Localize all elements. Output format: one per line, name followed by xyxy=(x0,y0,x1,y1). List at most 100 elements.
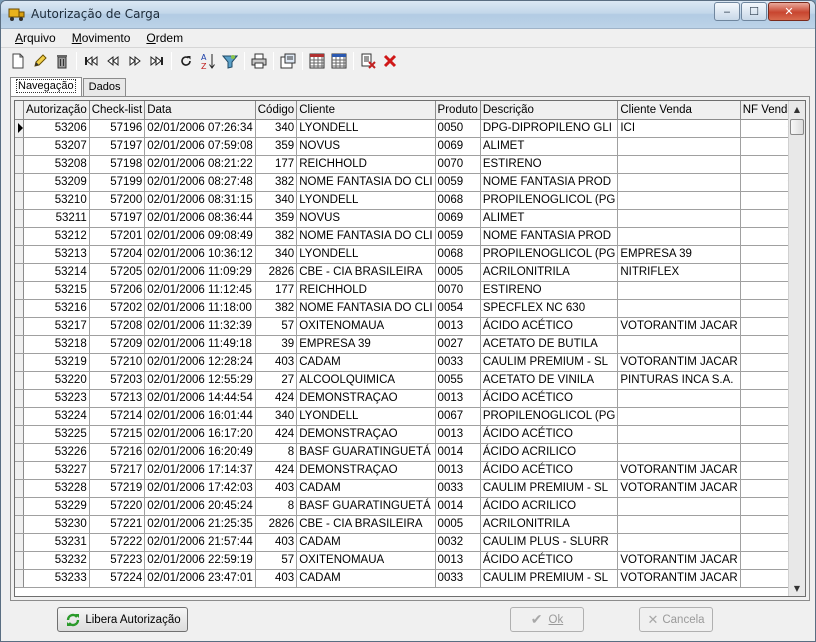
table-cell[interactable]: EMPRESA 39 xyxy=(296,335,436,354)
table-cell[interactable]: 340 xyxy=(255,119,298,138)
delete-button[interactable] xyxy=(51,50,73,72)
table-cell[interactable]: VOTORANTIM JACAR xyxy=(617,461,741,480)
table-cell[interactable]: EMPRESA 39 xyxy=(617,245,741,264)
table-cell[interactable]: ÁCIDO ACÉTICO xyxy=(480,461,619,480)
table-cell[interactable]: VOTORANTIM JACAR xyxy=(617,479,741,498)
table-cell[interactable]: 0069 xyxy=(435,137,481,156)
last-record-button[interactable] xyxy=(146,50,168,72)
table-cell[interactable]: 02/01/2006 08:27:48 xyxy=(144,173,256,192)
table-cell[interactable] xyxy=(617,497,741,516)
table-cell[interactable]: 02/01/2006 08:21:22 xyxy=(144,155,256,174)
table-cell[interactable]: 02/01/2006 11:32:39 xyxy=(144,317,256,336)
table-cell[interactable]: 57196 xyxy=(89,119,146,138)
table-cell[interactable]: 8 xyxy=(255,443,298,462)
table-cell[interactable]: NOME FANTASIA PROD xyxy=(480,173,619,192)
table-row[interactable]: 53214 57205 02/01/2006 11:09:29 2826 CBE - C… xyxy=(15,263,805,282)
table-cell[interactable]: CADAM xyxy=(296,533,436,552)
table-cell[interactable]: 57204 xyxy=(89,245,146,264)
table-cell[interactable]: 424 xyxy=(255,389,298,408)
table-cell[interactable]: 0059 xyxy=(435,173,481,192)
table-cell[interactable]: 02/01/2006 12:28:24 xyxy=(144,353,256,372)
table-cell[interactable]: 0014 xyxy=(435,497,481,516)
table-cell[interactable]: 53229 xyxy=(23,497,90,516)
table-cell[interactable]: 0033 xyxy=(435,353,481,372)
menu-arquivo[interactable]: Arquivo xyxy=(7,31,64,45)
table-grid-button[interactable] xyxy=(328,50,350,72)
table-cell[interactable]: 02/01/2006 11:12:45 xyxy=(144,281,256,300)
table-cell[interactable]: 53233 xyxy=(23,569,90,588)
table-cell[interactable]: 57215 xyxy=(89,425,146,444)
table-cell[interactable]: 02/01/2006 10:36:12 xyxy=(144,245,256,264)
table-row[interactable]: 53219 57210 02/01/2006 12:28:24 403 CADAM 003… xyxy=(15,353,805,372)
table-cell[interactable]: REICHHOLD xyxy=(296,155,436,174)
table-cell[interactable] xyxy=(617,335,741,354)
table-cell[interactable]: 57205 xyxy=(89,263,146,282)
release-button[interactable] xyxy=(357,50,379,72)
row-indicator[interactable] xyxy=(15,407,24,426)
table-row[interactable]: 53211 57197 02/01/2006 08:36:44 359 NOVUS 006… xyxy=(15,209,805,228)
row-indicator[interactable] xyxy=(15,227,24,246)
table-cell[interactable]: 57219 xyxy=(89,479,146,498)
table-cell[interactable]: 02/01/2006 07:26:34 xyxy=(144,119,256,138)
row-indicator[interactable] xyxy=(15,569,24,588)
row-indicator[interactable] xyxy=(15,533,24,552)
table-cell[interactable]: CAULIM PREMIUM - SL xyxy=(480,479,619,498)
table-row[interactable]: 53208 57198 02/01/2006 08:21:22 177 REICHHOL… xyxy=(15,155,805,174)
table-cell[interactable] xyxy=(617,515,741,534)
table-cell[interactable]: ACRILONITRILA xyxy=(480,263,619,282)
table-cell[interactable]: 53210 xyxy=(23,191,90,210)
table-cell[interactable]: LYONDELL xyxy=(296,119,436,138)
table-row[interactable]: 53225 57215 02/01/2006 16:17:20 424 DEMONSTR… xyxy=(15,425,805,444)
table-cell[interactable]: 02/01/2006 11:09:29 xyxy=(144,263,256,282)
row-indicator[interactable] xyxy=(15,479,24,498)
row-indicator[interactable] xyxy=(15,155,24,174)
row-indicator[interactable] xyxy=(15,371,24,390)
row-indicator[interactable] xyxy=(15,209,24,228)
table-cell[interactable]: ESTIRENO xyxy=(480,155,619,174)
table-row[interactable]: 53224 57214 02/01/2006 16:01:44 340 LYONDELL… xyxy=(15,407,805,426)
row-indicator[interactable] xyxy=(15,461,24,480)
table-cell[interactable]: 53219 xyxy=(23,353,90,372)
table-cell[interactable]: NOME FANTASIA DO CLI xyxy=(296,299,436,318)
table-cell[interactable]: 57208 xyxy=(89,317,146,336)
table-cell[interactable] xyxy=(617,389,741,408)
table-cell[interactable]: ICI xyxy=(617,119,741,138)
row-indicator[interactable] xyxy=(15,335,24,354)
table-cell[interactable]: ALIMET xyxy=(480,209,619,228)
table-cell[interactable]: ALIMET xyxy=(480,137,619,156)
table-cell[interactable]: 02/01/2006 17:42:03 xyxy=(144,479,256,498)
table-cell[interactable]: CAULIM PREMIUM - SL xyxy=(480,353,619,372)
table-cell[interactable]: 53225 xyxy=(23,425,90,444)
table-cell[interactable]: BASF GUARATINGUETÁ xyxy=(296,443,436,462)
table-cell[interactable]: 0068 xyxy=(435,191,481,210)
row-indicator[interactable] xyxy=(15,389,24,408)
table-cell[interactable]: NITRIFLEX xyxy=(617,263,741,282)
table-cell[interactable]: 0070 xyxy=(435,155,481,174)
table-cell[interactable]: 57220 xyxy=(89,497,146,516)
table-cell[interactable]: 57223 xyxy=(89,551,146,570)
table-cell[interactable]: OXITENOMAUA xyxy=(296,317,436,336)
table-cell[interactable]: 57199 xyxy=(89,173,146,192)
table-cell[interactable]: 02/01/2006 14:44:54 xyxy=(144,389,256,408)
refresh-button[interactable] xyxy=(175,50,197,72)
libera-autorizacao-button[interactable]: Libera Autorização xyxy=(57,607,188,632)
table-cell[interactable]: NOME FANTASIA DO CLI xyxy=(296,173,436,192)
table-row[interactable]: 53212 57201 02/01/2006 09:08:49 382 NOME FAN… xyxy=(15,227,805,246)
table-cell[interactable]: 57224 xyxy=(89,569,146,588)
table-row[interactable]: 53218 57209 02/01/2006 11:49:18 39 EMPRESA 3… xyxy=(15,335,805,354)
tab-dados[interactable]: Dados xyxy=(82,78,127,97)
column-header[interactable]: Código xyxy=(255,101,298,120)
filter-button[interactable] xyxy=(219,50,241,72)
table-cell[interactable]: CAULIM PLUS - SLURR xyxy=(480,533,619,552)
row-indicator[interactable] xyxy=(15,425,24,444)
row-indicator[interactable] xyxy=(15,299,24,318)
row-indicator[interactable] xyxy=(15,551,24,570)
table-cell[interactable]: 382 xyxy=(255,227,298,246)
table-cell[interactable]: 382 xyxy=(255,299,298,318)
table-cell[interactable]: ESTIRENO xyxy=(480,281,619,300)
table-cell[interactable]: VOTORANTIM JACAR xyxy=(617,353,741,372)
row-indicator[interactable] xyxy=(15,443,24,462)
table-row[interactable]: 53227 57217 02/01/2006 17:14:37 424 DEMONSTR… xyxy=(15,461,805,480)
table-row[interactable]: 53215 57206 02/01/2006 11:12:45 177 REICHHOL… xyxy=(15,281,805,300)
table-cell[interactable]: DEMONSTRAÇAO xyxy=(296,461,436,480)
